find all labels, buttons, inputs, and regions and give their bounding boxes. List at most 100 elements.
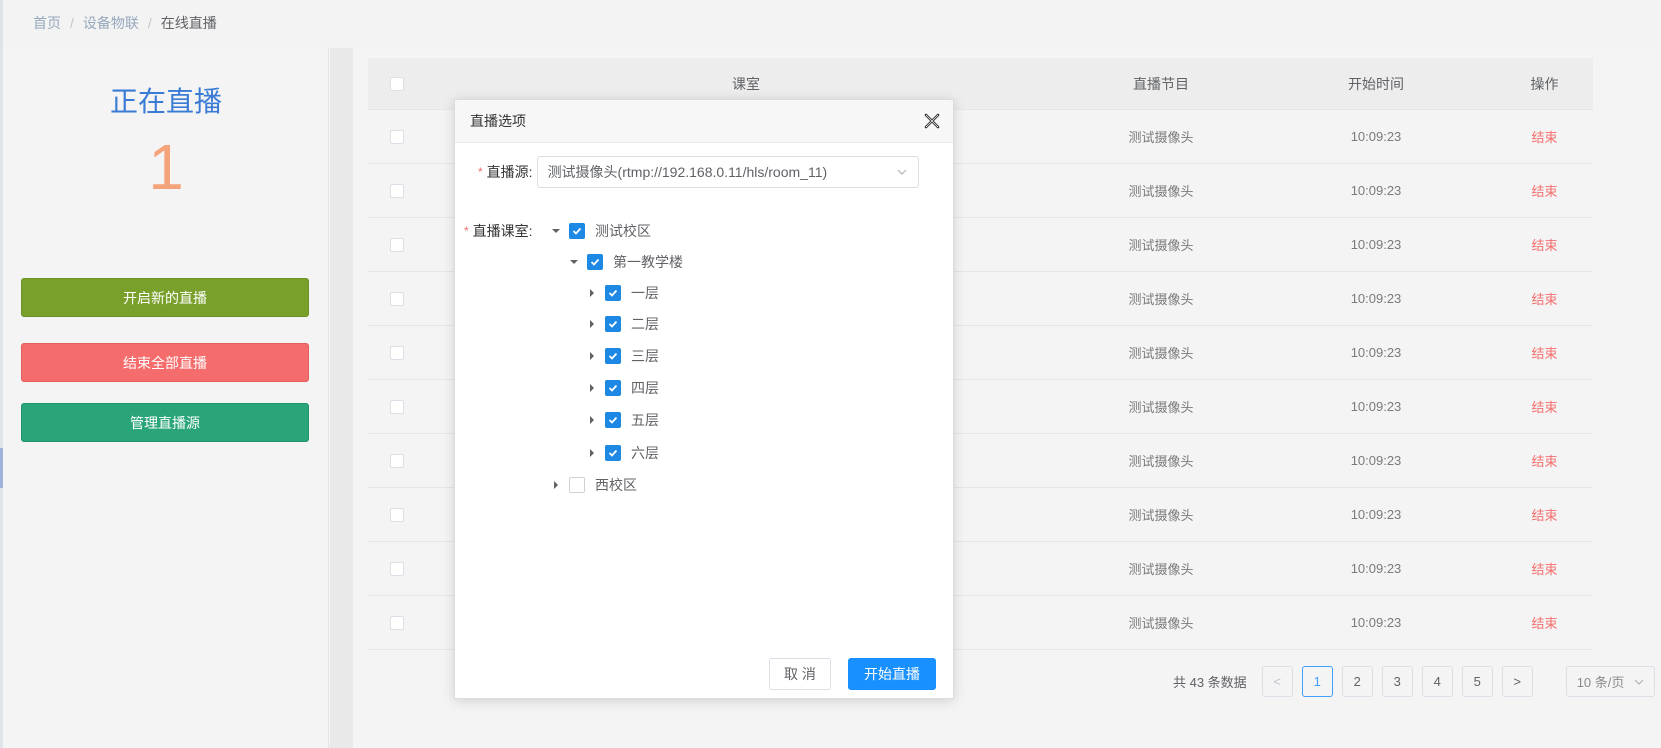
tree-checkbox[interactable] bbox=[605, 412, 621, 428]
check-icon bbox=[590, 258, 600, 266]
start-time-cell: 10:09:23 bbox=[1350, 291, 1402, 306]
page-size-select[interactable]: 10 条/页 bbox=[1565, 666, 1655, 697]
end-live-link[interactable]: 结束 bbox=[1496, 181, 1593, 200]
tree-checkbox[interactable] bbox=[569, 477, 585, 493]
check-icon bbox=[608, 384, 618, 392]
start-time-cell: 10:09:23 bbox=[1350, 345, 1402, 360]
row-checkbox[interactable] bbox=[390, 129, 404, 144]
row-checkbox[interactable] bbox=[390, 237, 404, 252]
caret-right-icon[interactable] bbox=[585, 349, 599, 363]
tree-checkbox[interactable] bbox=[605, 316, 621, 332]
caret-down-icon[interactable] bbox=[549, 224, 563, 238]
cancel-button[interactable]: 取 消 bbox=[769, 658, 831, 690]
end-live-link[interactable]: 结束 bbox=[1496, 127, 1593, 146]
tree-node-label[interactable]: 六层 bbox=[631, 443, 659, 463]
dialog-title: 直播选项 bbox=[470, 113, 526, 129]
breadcrumb-home[interactable]: 首页 bbox=[33, 13, 61, 33]
program-cell: 测试摄像头 bbox=[1128, 238, 1194, 253]
tree-node-label[interactable]: 一层 bbox=[631, 283, 659, 303]
tree-node-label[interactable]: 五层 bbox=[631, 410, 659, 430]
program-cell: 测试摄像头 bbox=[1128, 130, 1194, 145]
header-action: 操作 bbox=[1530, 75, 1559, 92]
page-button-5[interactable]: 5 bbox=[1461, 666, 1493, 697]
tree-node-floor-2: 二层 bbox=[585, 312, 659, 336]
end-all-live-button[interactable]: 结束全部直播 bbox=[21, 343, 309, 382]
tree-node-label[interactable]: 三层 bbox=[631, 346, 659, 366]
close-icon[interactable] bbox=[923, 112, 941, 130]
chevron-down-icon bbox=[1634, 679, 1644, 685]
tree-node-label[interactable]: 二层 bbox=[631, 314, 659, 334]
row-checkbox[interactable] bbox=[390, 345, 404, 360]
tree-node-label[interactable]: 四层 bbox=[631, 378, 659, 398]
breadcrumb-current: 在线直播 bbox=[160, 15, 217, 31]
source-select-value: 测试摄像头(rtmp://192.168.0.11/hls/room_11) bbox=[547, 164, 828, 180]
check-icon bbox=[608, 416, 618, 424]
start-new-live-button[interactable]: 开启新的直播 bbox=[21, 278, 309, 317]
tree-node-label[interactable]: 第一教学楼 bbox=[613, 252, 683, 272]
tree-checkbox[interactable] bbox=[605, 285, 621, 301]
end-live-link[interactable]: 结束 bbox=[1496, 559, 1593, 578]
header-start-time: 开始时间 bbox=[1348, 75, 1404, 92]
caret-right-icon[interactable] bbox=[585, 413, 599, 427]
row-checkbox[interactable] bbox=[390, 453, 404, 468]
caret-right-icon[interactable] bbox=[585, 317, 599, 331]
check-icon bbox=[608, 449, 618, 457]
select-all-checkbox[interactable] bbox=[390, 76, 404, 91]
start-time-cell: 10:09:23 bbox=[1350, 615, 1402, 630]
end-live-link[interactable]: 结束 bbox=[1496, 505, 1593, 524]
tree-node-floor-5: 五层 bbox=[585, 408, 659, 432]
start-live-button[interactable]: 开始直播 bbox=[848, 658, 936, 690]
tree-node-building-1: 第一教学楼 bbox=[567, 250, 683, 274]
tree-node-label[interactable]: 测试校区 bbox=[595, 221, 651, 241]
start-time-cell: 10:09:23 bbox=[1350, 453, 1402, 468]
row-checkbox[interactable] bbox=[390, 615, 404, 630]
pagination: 共 43 条数据 < 1 2 3 4 5 > 10 条/页 bbox=[1173, 666, 1655, 697]
header-room: 课室 bbox=[732, 75, 760, 92]
pagination-total: 共 43 条数据 bbox=[1173, 675, 1247, 690]
caret-right-icon[interactable] bbox=[549, 478, 563, 492]
tree-node-test-campus: 测试校区 bbox=[549, 219, 651, 243]
caret-right-icon[interactable] bbox=[585, 446, 599, 460]
panel-gutter bbox=[330, 48, 353, 748]
end-live-link[interactable]: 结束 bbox=[1496, 343, 1593, 362]
page-button-3[interactable]: 3 bbox=[1381, 666, 1413, 697]
tree-node-label[interactable]: 西校区 bbox=[595, 475, 637, 495]
start-time-cell: 10:09:23 bbox=[1350, 561, 1402, 576]
required-mark: * bbox=[478, 165, 483, 179]
caret-right-icon[interactable] bbox=[585, 286, 599, 300]
row-checkbox[interactable] bbox=[390, 183, 404, 198]
page-button-4[interactable]: 4 bbox=[1421, 666, 1453, 697]
room-form-row: * 直播课室: bbox=[464, 221, 533, 241]
tree-checkbox[interactable] bbox=[605, 380, 621, 396]
end-live-link[interactable]: 结束 bbox=[1496, 235, 1593, 254]
source-select[interactable]: 测试摄像头(rtmp://192.168.0.11/hls/room_11) bbox=[536, 156, 919, 188]
tree-checkbox[interactable] bbox=[587, 254, 603, 270]
next-page-button[interactable]: > bbox=[1501, 666, 1533, 697]
end-live-link[interactable]: 结束 bbox=[1496, 289, 1593, 308]
end-live-link[interactable]: 结束 bbox=[1496, 397, 1593, 416]
page-button-1[interactable]: 1 bbox=[1301, 666, 1333, 697]
caret-right-icon[interactable] bbox=[585, 381, 599, 395]
header-checkbox-cell bbox=[368, 76, 426, 91]
source-form-row: * 直播源: 测试摄像头(rtmp://192.168.0.11/hls/roo… bbox=[478, 156, 919, 188]
end-live-link[interactable]: 结束 bbox=[1496, 451, 1593, 470]
page-button-2[interactable]: 2 bbox=[1341, 666, 1373, 697]
end-live-link[interactable]: 结束 bbox=[1496, 613, 1593, 632]
manage-sources-button[interactable]: 管理直播源 bbox=[21, 403, 309, 442]
start-time-cell: 10:09:23 bbox=[1350, 183, 1402, 198]
live-summary-panel: 正在直播 1 开启新的直播 结束全部直播 管理直播源 bbox=[3, 48, 329, 748]
program-cell: 测试摄像头 bbox=[1128, 346, 1194, 361]
tree-checkbox[interactable] bbox=[569, 223, 585, 239]
tree-node-floor-6: 六层 bbox=[585, 441, 659, 465]
tree-checkbox[interactable] bbox=[605, 445, 621, 461]
row-checkbox[interactable] bbox=[390, 291, 404, 306]
program-cell: 测试摄像头 bbox=[1128, 616, 1194, 631]
row-checkbox[interactable] bbox=[390, 507, 404, 522]
breadcrumb-section[interactable]: 设备物联 bbox=[83, 13, 139, 33]
row-checkbox[interactable] bbox=[390, 399, 404, 414]
caret-down-icon[interactable] bbox=[567, 255, 581, 269]
prev-page-button[interactable]: < bbox=[1261, 666, 1293, 697]
row-checkbox[interactable] bbox=[390, 561, 404, 576]
tree-checkbox[interactable] bbox=[605, 348, 621, 364]
page-size-value: 10 条/页 bbox=[1576, 675, 1625, 690]
